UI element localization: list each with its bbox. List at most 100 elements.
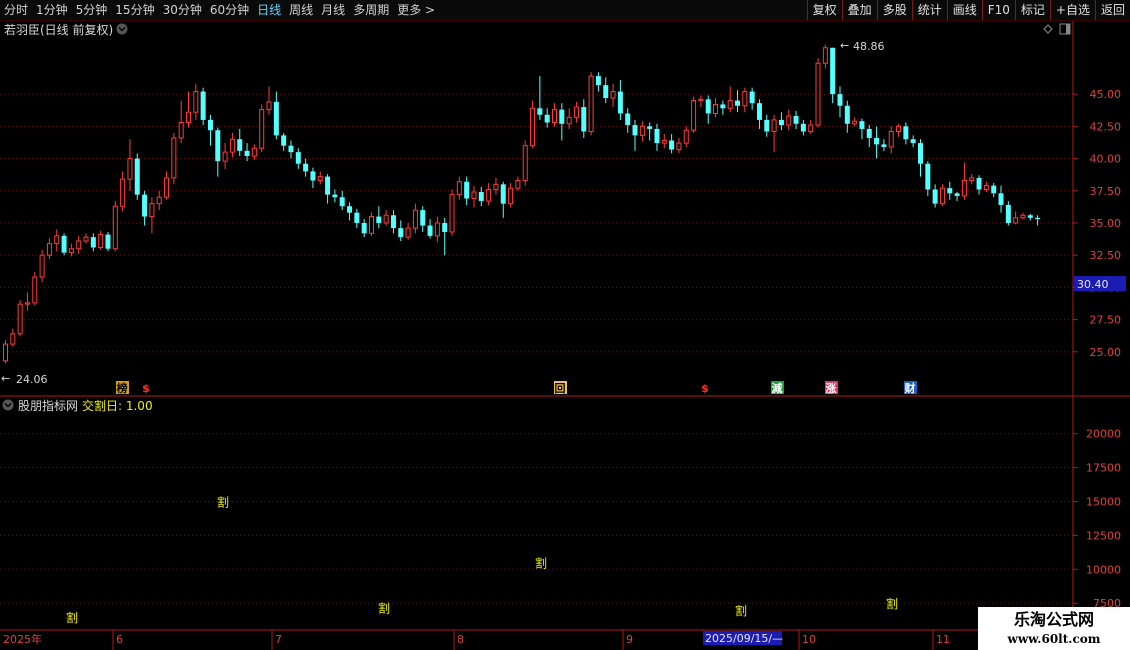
candle-body xyxy=(515,179,521,189)
candle xyxy=(105,231,111,252)
candle-body xyxy=(713,103,719,114)
event-marker[interactable]: 财 xyxy=(904,381,916,395)
candle-body xyxy=(288,145,294,153)
indicator-value: 交割日: 1.00 xyxy=(82,398,153,413)
date-label: 11 xyxy=(936,633,950,646)
candle-body xyxy=(354,212,360,223)
date-label: 10 xyxy=(802,633,816,646)
candle-body xyxy=(251,147,257,157)
candle-body xyxy=(771,119,777,133)
candle-body xyxy=(822,47,828,64)
period-tab-0[interactable]: 分时 xyxy=(0,0,32,20)
candle-body xyxy=(1027,215,1033,218)
high-arrow: ← xyxy=(840,39,849,52)
toolbar-button-6[interactable]: 标记 xyxy=(1014,0,1050,20)
candle-body xyxy=(800,123,806,132)
candle-body xyxy=(1013,217,1019,224)
candle-body xyxy=(559,109,565,124)
candle-body xyxy=(186,111,191,123)
period-tab-7[interactable]: 周线 xyxy=(285,0,317,20)
candle-body xyxy=(742,91,748,107)
candle-body xyxy=(939,187,945,205)
candle xyxy=(171,132,177,185)
toolbar-button-5[interactable]: F10 xyxy=(981,0,1015,20)
candle-body xyxy=(1005,204,1011,223)
sub-tick-label: 15000 xyxy=(1086,495,1121,508)
event-marker[interactable]: 減 xyxy=(772,381,783,395)
event-marker[interactable]: $ xyxy=(701,382,709,395)
delivery-day-marker: 割 xyxy=(378,600,390,615)
period-tab-3[interactable]: 15分钟 xyxy=(111,0,158,20)
event-marker[interactable]: 涨 xyxy=(826,381,837,395)
candle-body xyxy=(983,185,989,190)
toolbar-button-3[interactable]: 统计 xyxy=(911,0,947,20)
candle-body xyxy=(259,109,265,149)
event-marker[interactable]: $ xyxy=(142,382,150,395)
candle-body xyxy=(383,214,389,224)
candle-body xyxy=(581,107,587,132)
toolbar-button-4[interactable]: 画线 xyxy=(946,0,982,20)
period-tab-1[interactable]: 1分钟 xyxy=(32,0,72,20)
candle-body xyxy=(149,203,155,218)
candle-body xyxy=(1020,214,1026,219)
stock-chart[interactable]: 若羽臣(日线 前复权) 45.00 42.50 40.00 37.50 35.00 32.… xyxy=(0,21,1130,650)
sub-tick-label: 20000 xyxy=(1086,428,1121,441)
candle-body xyxy=(566,116,572,125)
period-toolbar: 分时 1分钟 5分钟 15分钟 30分钟 60分钟 日线 周线 月线 多周期 更多 > 复权 叠加 多股… xyxy=(0,0,1130,21)
period-tab-2[interactable]: 5分钟 xyxy=(72,0,112,20)
candle xyxy=(39,250,45,283)
title-dropdown-icon[interactable] xyxy=(116,23,128,35)
toolbar-button-8[interactable]: 返回 xyxy=(1094,0,1130,20)
candle-body xyxy=(632,125,638,136)
toolbar-button-1[interactable]: 叠加 xyxy=(841,0,877,20)
date-label: 6 xyxy=(116,633,123,646)
price-tick-label: 40.00 xyxy=(1090,153,1122,166)
candle xyxy=(522,140,528,186)
candle-body xyxy=(120,178,126,207)
site-watermark: 乐淘公式网 www.60lt.com xyxy=(978,607,1130,650)
date-label: 2025年 xyxy=(3,632,42,646)
period-tab-5[interactable]: 60分钟 xyxy=(206,0,253,20)
candle-body xyxy=(112,205,118,250)
candle-body xyxy=(610,91,616,99)
period-tab-6[interactable]: 日线 xyxy=(253,0,285,20)
period-tab-9[interactable]: 多周期 xyxy=(349,0,393,20)
candle xyxy=(691,96,697,133)
candle-body xyxy=(83,236,89,242)
toolbar-button-2[interactable]: 多股 xyxy=(876,0,912,20)
sub-tick-label: 12500 xyxy=(1086,529,1121,542)
period-tab-4[interactable]: 30分钟 xyxy=(159,0,206,20)
delivery-day-marker: 割 xyxy=(535,556,547,571)
candle-body xyxy=(698,98,704,102)
candle-body xyxy=(98,234,104,248)
sub-dropdown-icon[interactable] xyxy=(2,399,14,411)
candle-body xyxy=(793,116,799,124)
event-marker[interactable]: 回 xyxy=(555,381,566,395)
toolbar-button-0[interactable]: 复权 xyxy=(806,0,842,20)
event-marker[interactable]: 榜 xyxy=(117,381,128,395)
candle-body xyxy=(303,163,309,172)
candle-body xyxy=(508,187,514,205)
candle-body xyxy=(925,163,931,190)
candle-body xyxy=(68,248,74,254)
period-tab-8[interactable]: 月线 xyxy=(317,0,349,20)
candle-body xyxy=(603,85,609,99)
candle-body xyxy=(537,108,543,115)
toolbar-button-7[interactable]: +自选 xyxy=(1049,0,1095,20)
sub-tick-label: 17500 xyxy=(1086,462,1121,475)
candle-body xyxy=(786,115,792,126)
period-tab-10[interactable]: 更多 > xyxy=(393,0,439,20)
candle-body xyxy=(412,209,418,229)
candle-body xyxy=(961,179,967,197)
candle-body xyxy=(420,210,426,226)
price-tick-label: 32.50 xyxy=(1090,249,1122,262)
candle-body xyxy=(39,254,45,278)
candle xyxy=(112,201,118,252)
candle-body xyxy=(464,181,470,199)
candle-body xyxy=(3,343,8,362)
candle-body xyxy=(134,158,140,195)
candle-body xyxy=(171,137,177,179)
candle-body xyxy=(573,106,579,118)
candle-body xyxy=(215,130,221,162)
candle-body xyxy=(273,101,279,136)
